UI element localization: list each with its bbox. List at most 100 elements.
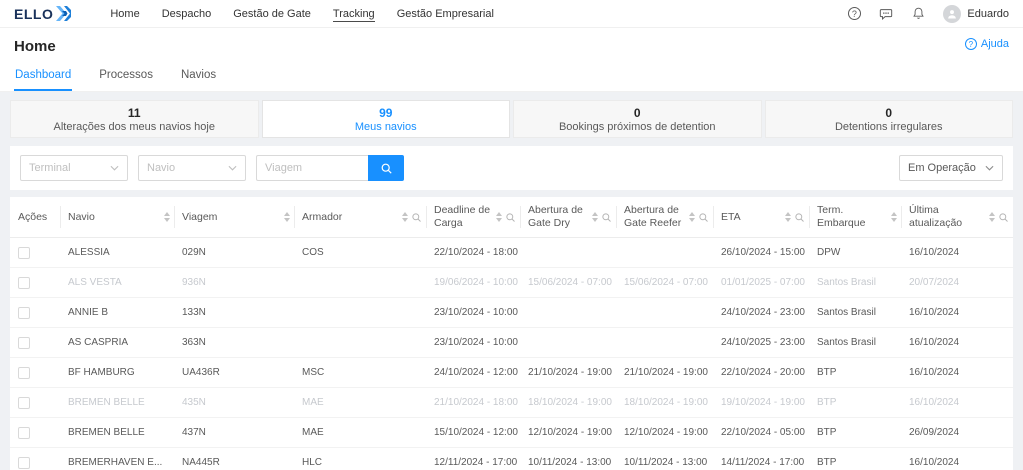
- navio-select-value: Navio: [147, 162, 175, 174]
- sort-icon[interactable]: [989, 212, 995, 222]
- chat-icon[interactable]: [879, 7, 893, 21]
- cell: BREMEN BELLE: [60, 418, 174, 448]
- stat-value: 0: [634, 106, 641, 120]
- column-header-armador[interactable]: Armador: [294, 197, 426, 238]
- table-header-row: Ações Navio Viagem Armador Deadline de Carga…: [10, 197, 1013, 238]
- sort-icon[interactable]: [592, 212, 598, 222]
- nav-item-despacho[interactable]: Despacho: [151, 0, 223, 27]
- column-header-ultima-atualizacao[interactable]: Última atualização: [901, 197, 1013, 238]
- nav-item-gestao-empresarial[interactable]: Gestão Empresarial: [386, 0, 505, 27]
- topbar-actions: ? Eduardo: [847, 5, 1009, 23]
- cell: BREMERHAVEN E...: [60, 448, 174, 470]
- cell: BREMEN BELLE: [60, 388, 174, 418]
- cell: Santos Brasil: [809, 298, 901, 328]
- cell: 16/10/2024: [901, 328, 1013, 358]
- column-header-navio[interactable]: Navio: [60, 197, 174, 238]
- status-filter-select[interactable]: Em Operação: [899, 155, 1003, 181]
- column-header-abertura-de-gate-dry[interactable]: Abertura de Gate Dry: [520, 197, 616, 238]
- stat-card-detentions-irregulares[interactable]: 0Detentions irregulares: [765, 100, 1014, 138]
- sort-icon[interactable]: [689, 212, 695, 222]
- actions-cell: [10, 358, 60, 388]
- cell: [520, 298, 616, 328]
- row-checkbox[interactable]: [18, 397, 30, 409]
- sort-icon[interactable]: [785, 212, 791, 222]
- stat-card-alteracoes-dos-meus-navios-hoje[interactable]: 11Alterações dos meus navios hoje: [10, 100, 259, 138]
- column-header-eta[interactable]: ETA: [713, 197, 809, 238]
- cell: BTP: [809, 388, 901, 418]
- column-search-icon[interactable]: [505, 212, 516, 223]
- search-button[interactable]: [368, 155, 404, 181]
- column-header-term-embarque[interactable]: Term. Embarque: [809, 197, 901, 238]
- top-bar: ELLO HomeDespachoGestão de GateTrackingG…: [0, 0, 1023, 28]
- stat-card-bookings-proximos-de-detention[interactable]: 0Bookings próximos de detention: [513, 100, 762, 138]
- cell: 24/10/2025 - 23:00: [713, 328, 809, 358]
- table-row: ALS VESTA936N19/06/2024 - 10:0015/06/202…: [10, 268, 1013, 298]
- main-nav: HomeDespachoGestão de GateTrackingGestão…: [99, 0, 505, 27]
- column-search-icon[interactable]: [411, 212, 422, 223]
- cell: 22/10/2024 - 20:00: [713, 358, 809, 388]
- sort-icon[interactable]: [496, 212, 502, 222]
- cell: 23/10/2024 - 10:00: [426, 328, 520, 358]
- cell: [520, 328, 616, 358]
- bell-icon[interactable]: [911, 7, 925, 21]
- cell: 22/10/2024 - 05:00: [713, 418, 809, 448]
- column-search-icon[interactable]: [998, 212, 1009, 223]
- cell: ALS VESTA: [60, 268, 174, 298]
- cell: 10/11/2024 - 13:00: [616, 448, 713, 470]
- column-label: Ações: [18, 211, 56, 224]
- app-logo[interactable]: ELLO: [14, 6, 71, 22]
- tab-processos[interactable]: Processos: [98, 63, 154, 91]
- user-name: Eduardo: [967, 8, 1009, 20]
- row-checkbox[interactable]: [18, 307, 30, 319]
- nav-item-tracking[interactable]: Tracking: [322, 0, 386, 27]
- nav-item-gestao-de-gate[interactable]: Gestão de Gate: [222, 0, 322, 27]
- cell: 19/10/2024 - 19:00: [713, 388, 809, 418]
- cell: 18/10/2024 - 19:00: [520, 388, 616, 418]
- help-icon[interactable]: ?: [847, 7, 861, 21]
- row-checkbox[interactable]: [18, 427, 30, 439]
- column-header-abertura-de-gate-reefer[interactable]: Abertura de Gate Reefer: [616, 197, 713, 238]
- table-row: BREMEN BELLE435NMAE21/10/2024 - 18:0018/…: [10, 388, 1013, 418]
- tab-dashboard[interactable]: Dashboard: [14, 63, 72, 91]
- column-label: Abertura de Gate Reefer: [624, 204, 686, 230]
- cell: 22/10/2024 - 18:00: [426, 238, 520, 268]
- sort-icon[interactable]: [891, 212, 897, 222]
- cell: 10/11/2024 - 13:00: [520, 448, 616, 470]
- column-label: Deadline de Carga: [434, 204, 493, 230]
- sort-icon[interactable]: [284, 212, 290, 222]
- column-search-icon[interactable]: [601, 212, 612, 223]
- terminal-select[interactable]: Terminal: [20, 155, 128, 181]
- column-search-icon[interactable]: [698, 212, 709, 223]
- column-label: Term. Embarque: [817, 204, 888, 230]
- row-checkbox[interactable]: [18, 457, 30, 469]
- cell: 19/06/2024 - 10:00: [426, 268, 520, 298]
- stat-card-meus-navios[interactable]: 99Meus navios: [262, 100, 511, 138]
- column-header-viagem[interactable]: Viagem: [174, 197, 294, 238]
- cell: 21/10/2024 - 19:00: [616, 358, 713, 388]
- sort-icon[interactable]: [164, 212, 170, 222]
- row-checkbox[interactable]: [18, 367, 30, 379]
- navio-select[interactable]: Navio: [138, 155, 246, 181]
- viagem-input[interactable]: [256, 155, 368, 181]
- actions-cell: [10, 238, 60, 268]
- row-checkbox[interactable]: [18, 247, 30, 259]
- sort-icon[interactable]: [402, 212, 408, 222]
- nav-item-home[interactable]: Home: [99, 0, 150, 27]
- ships-table: Ações Navio Viagem Armador Deadline de Carga…: [10, 197, 1013, 470]
- cell: 20/07/2024: [901, 268, 1013, 298]
- actions-cell: [10, 448, 60, 470]
- column-search-icon[interactable]: [794, 212, 805, 223]
- row-checkbox[interactable]: [18, 277, 30, 289]
- tab-navios[interactable]: Navios: [180, 63, 217, 91]
- column-label: Viagem: [182, 211, 281, 224]
- cell: 435N: [174, 388, 294, 418]
- cell: AS CASPRIA: [60, 328, 174, 358]
- ajuda-link[interactable]: ? Ajuda: [965, 38, 1009, 50]
- status-filter-value: Em Operação: [908, 162, 976, 174]
- cell: 15/10/2024 - 12:00: [426, 418, 520, 448]
- user-menu[interactable]: Eduardo: [943, 5, 1009, 23]
- row-checkbox[interactable]: [18, 337, 30, 349]
- page-title: Home: [14, 38, 56, 55]
- avatar-icon: [943, 5, 961, 23]
- column-header-deadline-de-carga[interactable]: Deadline de Carga: [426, 197, 520, 238]
